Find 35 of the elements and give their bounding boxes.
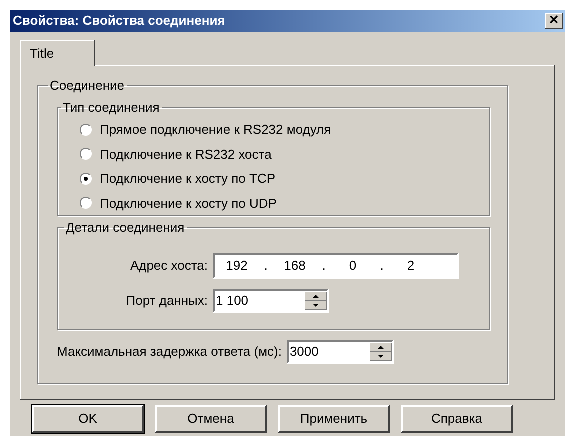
dialog-button[interactable]: Справка [401,405,513,433]
ip-octet[interactable]: 2 [389,256,433,276]
field-label: Адрес хоста: [129,257,209,276]
spin-field[interactable]: 1 100 [213,289,329,313]
ip-octet[interactable]: 0 [331,256,375,276]
spinner-icon[interactable] [370,342,392,360]
field-value: 3000 [288,342,320,361]
ip-octet[interactable]: 192 [215,256,259,276]
radio-label[interactable]: Подключение к хосту по TCP [100,169,276,188]
radio-label[interactable]: Прямое подключение к RS232 модуля [100,120,332,140]
dialog-button[interactable]: Применить [278,405,390,433]
ip-octet[interactable]: 168 [273,256,317,276]
close-button[interactable]: × [545,13,563,29]
window-title: Свойства: Свойства соединения [13,12,226,30]
dialog-button[interactable]: OK [32,405,144,433]
dialog-button[interactable]: Отмена [155,405,267,433]
tab[interactable]: Title [20,40,95,66]
spinner-icon[interactable] [305,292,327,310]
group-title: Тип соединения [62,98,161,117]
ip-address-field[interactable]: 192 . 168 . 0 . 2 [213,253,459,279]
radio-button[interactable] [80,172,92,185]
radio-button[interactable] [80,124,92,136]
radio-button[interactable] [80,197,92,210]
field-label: Максимальная задержка ответа (мс): [57,342,283,361]
field-value: 1 100 [215,292,250,310]
spin-field[interactable]: 3000 [286,340,394,364]
group-title: Детали соединения [65,218,186,237]
radio-button[interactable] [80,148,92,160]
radio-label[interactable]: Подключение к RS232 хоста [100,144,272,164]
separator-dot: . [379,257,385,276]
separator-dot: . [263,257,269,276]
field-label: Порт данных: [125,292,209,310]
radio-label[interactable]: Подключение к хосту по UDP [100,194,277,213]
group-title: Соединение [49,77,126,95]
separator-dot: . [321,257,327,276]
